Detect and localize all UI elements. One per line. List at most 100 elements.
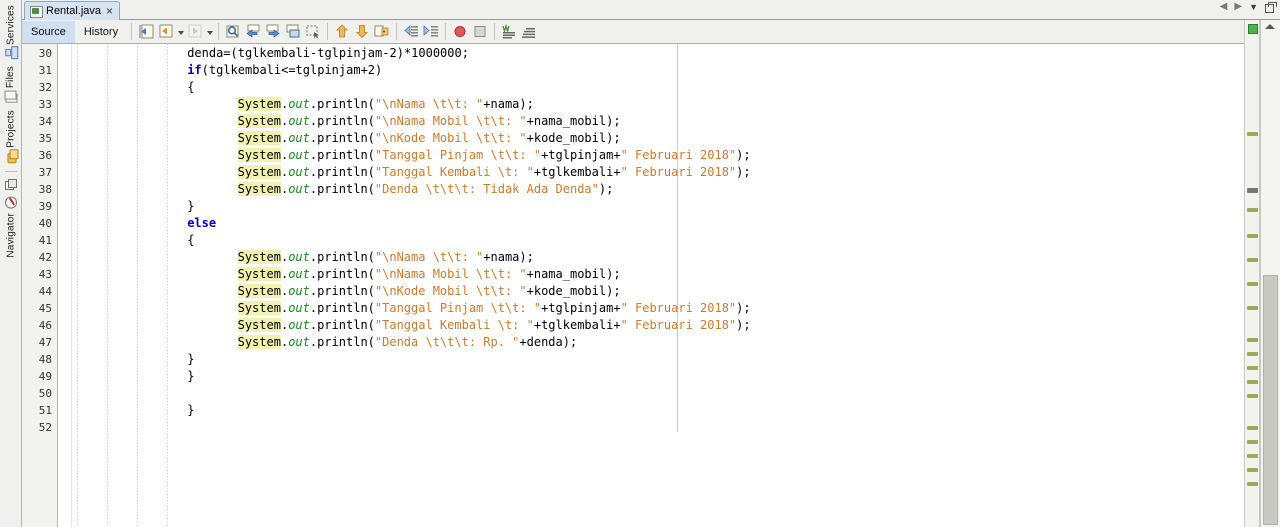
annotation-mark[interactable] xyxy=(1247,352,1258,356)
code-line[interactable]: if(tglkembali<=tglpinjam+2) xyxy=(72,62,1244,79)
scrollbar-thumb[interactable] xyxy=(1263,275,1278,525)
code-line[interactable]: System.out.println("Denda \t\t\t: Rp. "+… xyxy=(72,334,1244,351)
status-badge xyxy=(1248,24,1258,34)
next-tab-icon[interactable]: ▶ xyxy=(1234,2,1242,12)
code-line[interactable] xyxy=(72,385,1244,402)
inspect-button[interactable] xyxy=(499,22,519,42)
go-back-dropdown[interactable] xyxy=(176,22,185,42)
sidebar-item-label: Files xyxy=(5,65,16,89)
sidebar-item-services[interactable]: Services xyxy=(5,2,17,63)
code-token-str: "\nNama Mobil \t\t: " xyxy=(374,267,527,281)
go-forward-dropdown[interactable] xyxy=(205,22,214,42)
chevron-down-icon[interactable]: ▼ xyxy=(1249,2,1258,12)
annotation-strip[interactable] xyxy=(1244,20,1260,527)
code-line[interactable]: System.out.println("Denda \t\t\t: Tidak … xyxy=(72,181,1244,198)
go-back-button[interactable] xyxy=(156,22,176,42)
annotation-mark[interactable] xyxy=(1247,208,1258,212)
stop-button[interactable] xyxy=(470,22,490,42)
go-forward-button[interactable] xyxy=(185,22,205,42)
code-line[interactable]: System.out.println("\nNama Mobil \t\t: "… xyxy=(72,266,1244,283)
code-line[interactable] xyxy=(72,419,1244,436)
line-number: 43 xyxy=(38,268,52,281)
annotation-mark[interactable] xyxy=(1247,234,1258,238)
tab-history[interactable]: History xyxy=(75,21,127,43)
tab-source[interactable]: Source xyxy=(22,20,75,43)
code-line[interactable]: System.out.println("\nNama Mobil \t\t: "… xyxy=(72,113,1244,130)
code-token-plain: +kode_mobil); xyxy=(526,284,621,298)
code-line[interactable]: System.out.println("Tanggal Pinjam \t\t:… xyxy=(72,147,1244,164)
code-token-str: "Denda \t\t\t: Tidak Ada Denda" xyxy=(374,182,599,196)
annotation-mark[interactable] xyxy=(1247,258,1258,262)
annotation-mark[interactable] xyxy=(1247,454,1258,458)
code-token-plain: .println( xyxy=(309,114,375,128)
previous-bookmark-button[interactable] xyxy=(332,22,352,42)
scroll-up-icon[interactable] xyxy=(1265,24,1275,29)
code-token-plain: .println( xyxy=(309,97,375,111)
find-selection-button[interactable] xyxy=(223,22,243,42)
code-line[interactable]: System.out.println("\nNama \t\t: "+nama)… xyxy=(72,96,1244,113)
toolbar-separator xyxy=(218,23,220,40)
line-number: 40 xyxy=(38,217,52,230)
code-line[interactable]: System.out.println("\nKode Mobil \t\t: "… xyxy=(72,130,1244,147)
code-editor[interactable]: denda=(tglkembali-tglpinjam-2)*1000000; i… xyxy=(72,44,1244,527)
shift-left-button[interactable] xyxy=(401,22,421,42)
code-line[interactable]: System.out.println("\nKode Mobil \t\t: "… xyxy=(72,283,1244,300)
maximize-button[interactable] xyxy=(1265,2,1277,13)
annotation-mark[interactable] xyxy=(1247,366,1258,370)
code-line[interactable]: else xyxy=(72,215,1244,232)
toolbar-separator xyxy=(131,23,133,40)
close-icon[interactable]: × xyxy=(105,5,114,17)
last-edit-button[interactable] xyxy=(136,22,156,42)
vertical-scrollbar[interactable] xyxy=(1260,20,1280,527)
code-line[interactable]: } xyxy=(72,351,1244,368)
code-line[interactable]: System.out.println("Tanggal Kembali \t: … xyxy=(72,317,1244,334)
annotation-mark[interactable] xyxy=(1247,380,1258,384)
sidebar-item-navigator[interactable]: Navigator xyxy=(4,194,17,261)
find-next-button[interactable] xyxy=(263,22,283,42)
find-previous-button[interactable] xyxy=(243,22,263,42)
code-token-plain: .println( xyxy=(309,284,375,298)
code-line[interactable]: System.out.println("Tanggal Pinjam \t\t:… xyxy=(72,300,1244,317)
toggle-highlight-button[interactable] xyxy=(283,22,303,42)
line-number: 33 xyxy=(38,98,52,111)
toggle-bookmark-button[interactable] xyxy=(372,22,392,42)
annotation-mark[interactable] xyxy=(1247,482,1258,486)
code-token-plain: +nama); xyxy=(483,97,534,111)
code-line[interactable]: } xyxy=(72,198,1244,215)
line-number: 39 xyxy=(38,200,52,213)
comment-button[interactable] xyxy=(519,22,539,42)
code-line[interactable]: } xyxy=(72,368,1244,385)
annotation-mark[interactable] xyxy=(1247,306,1258,310)
annotation-mark[interactable] xyxy=(1247,440,1258,444)
next-bookmark-button[interactable] xyxy=(352,22,372,42)
code-token-plain: +tglkembali+ xyxy=(533,165,621,179)
code-line[interactable]: System.out.println("\nNama \t\t: "+nama)… xyxy=(72,249,1244,266)
code-token-plain: ); xyxy=(736,318,751,332)
toggle-breakpoint-button[interactable] xyxy=(450,22,470,42)
code-token-plain: .println( xyxy=(309,165,375,179)
annotation-mark[interactable] xyxy=(1247,394,1258,398)
code-token-plain: +nama); xyxy=(483,250,534,264)
annotation-mark[interactable] xyxy=(1247,282,1258,286)
toggle-rectangular-selection-button[interactable] xyxy=(303,22,323,42)
code-token-out: out xyxy=(288,165,310,179)
code-token-sys: System xyxy=(237,148,281,162)
annotation-mark[interactable] xyxy=(1247,132,1258,136)
annotation-mark[interactable] xyxy=(1247,426,1258,430)
annotation-mark[interactable] xyxy=(1247,338,1258,342)
code-token-plain: } xyxy=(187,199,195,213)
line-number: 37 xyxy=(38,166,52,179)
sidebar-item-files[interactable]: Files xyxy=(5,63,16,107)
code-line[interactable]: { xyxy=(72,232,1244,249)
file-tab-rental-java[interactable]: Rental.java × xyxy=(24,1,121,20)
sidebar-item-projects[interactable]: Projects xyxy=(5,107,17,166)
code-line[interactable]: System.out.println("Tanggal Kembali \t: … xyxy=(72,164,1244,181)
code-line[interactable]: denda=(tglkembali-tglpinjam-2)*1000000; xyxy=(72,45,1244,62)
code-line[interactable]: } xyxy=(72,402,1244,419)
code-token-sys: System xyxy=(237,267,281,281)
code-line[interactable]: { xyxy=(72,79,1244,96)
annotation-mark[interactable] xyxy=(1247,468,1258,472)
shift-right-button[interactable] xyxy=(421,22,441,42)
prev-tab-icon[interactable]: ◀ xyxy=(1220,2,1228,12)
fold-margin[interactable] xyxy=(58,44,72,527)
